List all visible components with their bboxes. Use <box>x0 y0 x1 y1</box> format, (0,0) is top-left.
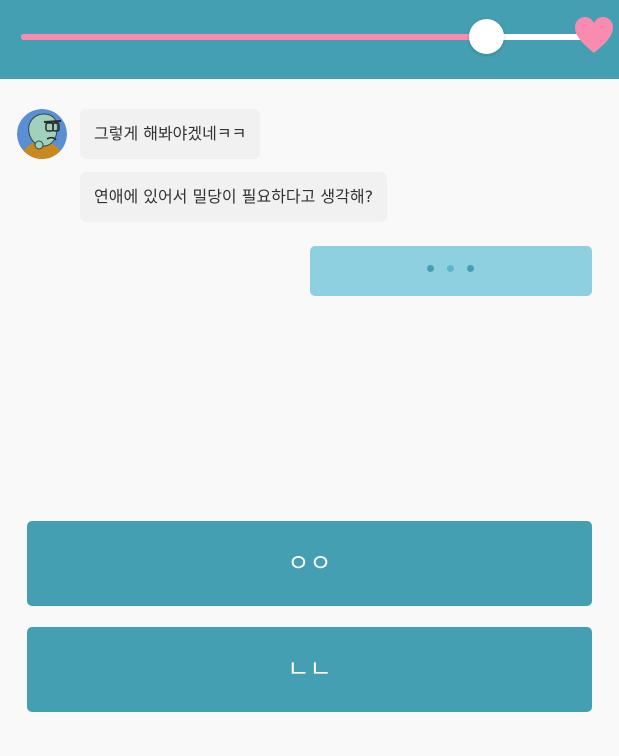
chat-message-bubble: 연애에 있어서 밀당이 필요하다고 생각해? <box>80 172 388 222</box>
affection-slider-thumb[interactable] <box>468 19 504 54</box>
heart-icon <box>575 17 613 53</box>
typing-indicator <box>310 246 592 296</box>
affection-track <box>21 34 595 40</box>
typing-dot <box>427 265 434 272</box>
answer-no-button[interactable]: ㄴㄴ <box>27 627 592 712</box>
character-avatar-icon <box>17 109 67 159</box>
typing-dot <box>467 265 474 272</box>
answer-yes-button[interactable]: ㅇㅇ <box>27 521 592 606</box>
chat-message-bubble: 그렇게 해봐야겠네ㅋㅋ <box>80 109 261 159</box>
affection-fill <box>21 34 486 40</box>
affection-bar <box>0 0 619 79</box>
typing-dot <box>447 265 454 272</box>
